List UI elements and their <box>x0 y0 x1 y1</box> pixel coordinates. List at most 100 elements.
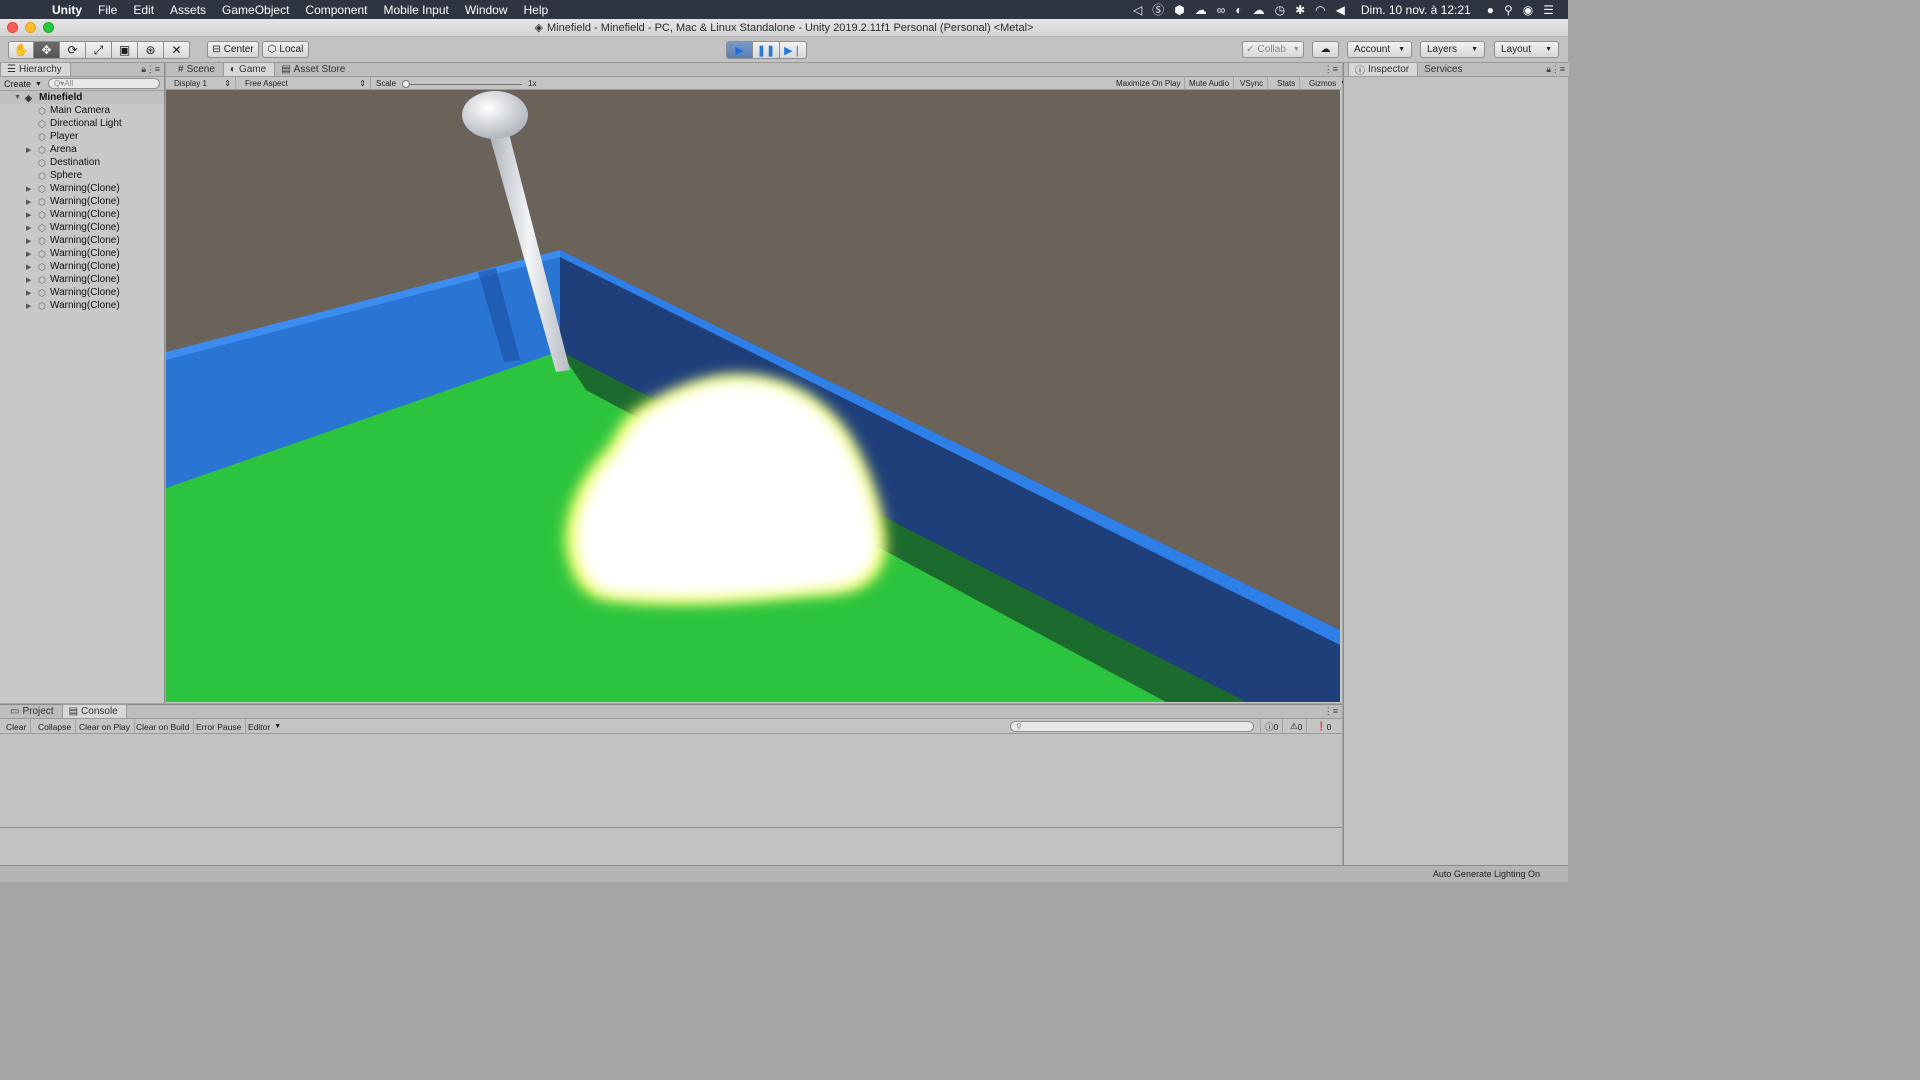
tree-item[interactable]: ▶ ⬡ Warning(Clone) <box>0 182 164 195</box>
tree-item[interactable]: ⬡ Destination <box>0 156 164 169</box>
siri-icon[interactable]: ◉ <box>1523 3 1533 17</box>
expand-arrow-icon[interactable]: ▼ <box>14 94 24 101</box>
maximize-on-play-toggle[interactable]: Maximize On Play <box>1112 77 1186 90</box>
cloud-services-button[interactable]: ☁ <box>1312 41 1339 58</box>
tree-item[interactable]: ⬡ Main Camera <box>0 104 164 117</box>
expand-arrow-icon[interactable]: ▶ <box>26 276 36 284</box>
menu-assets[interactable]: Assets <box>162 3 214 17</box>
tab-console[interactable]: ▤ Console <box>61 704 127 718</box>
menu-help[interactable]: Help <box>516 3 557 17</box>
warning-filter-toggle[interactable]: ⚠ 0 <box>1286 719 1308 734</box>
scale-slider[interactable] <box>402 79 523 88</box>
tab-game[interactable]: ◐ Game <box>222 62 276 76</box>
minimize-window-button[interactable] <box>25 22 36 33</box>
expand-arrow-icon[interactable]: ▶ <box>26 211 36 219</box>
panel-menu-icon[interactable]: ⋮≡ <box>1551 64 1565 75</box>
expand-arrow-icon[interactable]: ▶ <box>26 263 36 271</box>
pivot-local-button[interactable]: ⬡ Local <box>262 41 309 58</box>
tree-root-scene[interactable]: ▼ ◈ Minefield <box>0 91 164 104</box>
clear-on-play-toggle[interactable]: Clear on Play <box>75 719 136 734</box>
volume-icon[interactable]: ◀ <box>1336 3 1345 17</box>
tab-inspector[interactable]: ⓘ Inspector <box>1348 62 1419 77</box>
menu-edit[interactable]: Edit <box>125 3 162 17</box>
collab-button[interactable]: ✓ Collab ▼ <box>1242 41 1304 58</box>
tree-item[interactable]: ▶ ⬡ Warning(Clone) <box>0 299 164 312</box>
hexagon-icon[interactable]: ⬢ <box>1174 3 1184 17</box>
clear-on-build-toggle[interactable]: Clear on Build <box>132 719 195 734</box>
error-pause-toggle[interactable]: Error Pause <box>192 719 247 734</box>
unity-hub-icon[interactable]: ◁ <box>1133 3 1142 17</box>
custom-tool-icon[interactable]: ✕ <box>164 41 190 59</box>
tree-item[interactable]: ▶ ⬡ Warning(Clone) <box>0 234 164 247</box>
vsync-toggle[interactable]: VSync <box>1236 77 1269 90</box>
error-filter-toggle[interactable]: ❗ 0 <box>1312 719 1335 734</box>
expand-arrow-icon[interactable]: ▶ <box>26 185 36 193</box>
expand-arrow-icon[interactable]: ▶ <box>26 198 36 206</box>
tree-item[interactable]: ▶ ⬡ Warning(Clone) <box>0 195 164 208</box>
move-tool-icon[interactable]: ✥ <box>34 41 60 59</box>
step-button[interactable]: ▶❘ <box>780 41 807 59</box>
hand-tool-icon[interactable]: ✋ <box>8 41 34 59</box>
scale-tool-icon[interactable]: ⤢ <box>86 41 112 59</box>
expand-arrow-icon[interactable]: ▶ <box>26 302 36 310</box>
menu-component[interactable]: Component <box>297 3 375 17</box>
rotate-tool-icon[interactable]: ⟳ <box>60 41 86 59</box>
tree-item[interactable]: ▶ ⬡ Warning(Clone) <box>0 286 164 299</box>
tree-item[interactable]: ▶ ⬡ Warning(Clone) <box>0 208 164 221</box>
rect-tool-icon[interactable]: ▣ <box>112 41 138 59</box>
layers-dropdown[interactable]: Layers ▼ <box>1420 41 1485 58</box>
tree-item[interactable]: ⬡ Player <box>0 130 164 143</box>
transform-tool-icon[interactable]: ⊛ <box>138 41 164 59</box>
tree-item[interactable]: ⬡ Directional Light <box>0 117 164 130</box>
expand-arrow-icon[interactable]: ▶ <box>26 237 36 245</box>
tab-hierarchy[interactable]: ☰ Hierarchy <box>0 62 71 76</box>
close-window-button[interactable] <box>7 22 18 33</box>
hierarchy-search-input[interactable]: Q▾All <box>48 78 160 89</box>
cloud-icon[interactable]: ☁ <box>1195 3 1207 17</box>
panel-menu-icon[interactable]: ⋮≡ <box>1324 706 1338 717</box>
collapse-toggle[interactable]: Collapse <box>34 719 77 734</box>
play-button[interactable]: ▶ <box>726 41 753 59</box>
sync-icon[interactable]: ◐ <box>1235 3 1242 17</box>
mute-audio-toggle[interactable]: Mute Audio <box>1185 77 1235 90</box>
wifi-icon[interactable]: ◠ <box>1315 3 1325 17</box>
menu-window[interactable]: Window <box>457 3 516 17</box>
time-machine-icon[interactable]: ◷ <box>1275 3 1285 17</box>
expand-arrow-icon[interactable]: ▶ <box>26 289 36 297</box>
pivot-center-button[interactable]: ⊟ Center <box>207 41 259 58</box>
panel-menu-icon[interactable]: ⋮≡ <box>146 64 160 75</box>
menu-file[interactable]: File <box>90 3 125 17</box>
expand-arrow-icon[interactable]: ▶ <box>26 250 36 258</box>
tab-scene[interactable]: # Scene <box>172 62 223 76</box>
tree-item[interactable]: ▶ ⬡ Arena <box>0 143 164 156</box>
expand-arrow-icon[interactable]: ▶ <box>26 224 36 232</box>
menu-gameobject[interactable]: GameObject <box>214 3 297 17</box>
tree-item[interactable]: ▶ ⬡ Warning(Clone) <box>0 260 164 273</box>
log-filter-toggle[interactable]: ⓘ 0 <box>1260 719 1284 734</box>
display-dropdown[interactable]: Display 1 ⇕ <box>170 77 236 90</box>
glasses-icon[interactable]: ∞ <box>1217 3 1226 17</box>
shield-s-icon[interactable]: Ⓢ <box>1152 1 1164 18</box>
game-viewport[interactable] <box>166 90 1340 702</box>
layout-dropdown[interactable]: Layout ▼ <box>1494 41 1559 58</box>
user-icon[interactable]: ● <box>1487 3 1494 17</box>
console-search-input[interactable]: ⚲ <box>1010 721 1254 732</box>
expand-arrow-icon[interactable]: ▶ <box>26 146 36 154</box>
panel-menu-icon[interactable]: ⋮≡ <box>1324 64 1338 75</box>
tree-item[interactable]: ⬡ Sphere <box>0 169 164 182</box>
creative-cloud-icon[interactable]: ☁ <box>1253 3 1265 17</box>
notification-center-icon[interactable]: ☰ <box>1543 3 1554 17</box>
zoom-window-button[interactable] <box>43 22 54 33</box>
console-detail-divider[interactable] <box>0 827 1342 828</box>
slider-thumb[interactable] <box>402 79 411 88</box>
menu-app-unity[interactable]: Unity <box>44 3 90 17</box>
bluetooth-icon[interactable]: ✱ <box>1295 3 1305 17</box>
tree-item[interactable]: ▶ ⬡ Warning(Clone) <box>0 273 164 286</box>
tab-asset-store[interactable]: ▤ Asset Store <box>275 62 353 76</box>
clear-button[interactable]: Clear <box>2 719 32 734</box>
account-dropdown[interactable]: Account ▼ <box>1347 41 1412 58</box>
tree-item[interactable]: ▶ ⬡ Warning(Clone) <box>0 221 164 234</box>
tab-services[interactable]: Services <box>1418 62 1470 76</box>
create-dropdown[interactable]: Create ▼ <box>4 78 42 90</box>
stats-toggle[interactable]: Stats <box>1273 77 1301 90</box>
